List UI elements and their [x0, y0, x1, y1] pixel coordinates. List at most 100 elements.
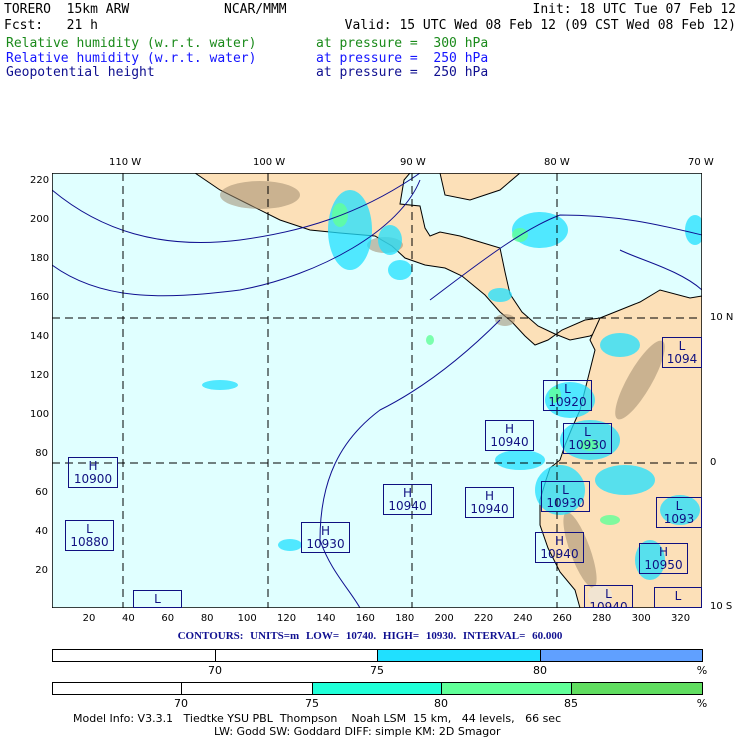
x-tick-label: 40: [122, 613, 135, 624]
y-tick-label: 20: [35, 565, 48, 576]
x-tick-label: 320: [671, 613, 691, 624]
center-value: 10930: [546, 496, 585, 510]
pressure-center-box: L 1094: [662, 337, 702, 368]
pressure-center-box: L: [133, 590, 182, 608]
pressure-center-box: L 10940: [584, 585, 633, 608]
colorbar-segment: [541, 650, 703, 661]
field-1-name: Relative humidity (w.r.t. water): [6, 36, 257, 51]
center-value: 10930: [306, 537, 345, 551]
center-value: 10940: [540, 547, 579, 561]
model-info-line2: LW: Godd SW: Goddard DIFF: simple KM: 2D…: [214, 725, 501, 738]
pressure-center-box: H 10950: [639, 543, 688, 574]
pressure-center-box: L 10930: [563, 423, 612, 454]
weather-map-page: TORERO 15km ARW NCAR/MMM Init: 18 UTC Tu…: [0, 0, 740, 740]
colorbar-segment: [53, 650, 216, 661]
pressure-center-box: L 10880: [65, 520, 114, 551]
pressure-center-box: H 10940: [383, 484, 432, 515]
y-tick-label: 100: [30, 409, 50, 420]
colorbar-label: 80: [533, 664, 547, 677]
center-value: 10940: [490, 435, 529, 449]
colorbar-label: 70: [174, 697, 188, 710]
lon-label: 70 W: [688, 157, 714, 168]
colorbar-label: 85: [564, 697, 578, 710]
x-tick-label: 120: [277, 613, 297, 624]
field-2-level: at pressure = 250 hPa: [316, 51, 489, 66]
x-tick-label: 160: [355, 613, 375, 624]
lat-label: 0: [710, 457, 717, 468]
y-tick-label: 160: [30, 292, 50, 303]
model-info-line1: Model Info: V3.3.1 Tiedtke YSU PBL Thomp…: [73, 712, 562, 725]
field-3-level: at pressure = 250 hPa: [316, 65, 489, 80]
colorbar-250hpa: [52, 649, 703, 662]
lon-label: 110 W: [109, 157, 142, 168]
center-value: 10900: [73, 472, 113, 486]
init-time: Init: 18 UTC Tue 07 Feb 12: [532, 2, 737, 17]
colorbar-segment: [216, 650, 378, 661]
y-tick-label: 220: [30, 175, 50, 186]
colorbar-label: %: [696, 697, 708, 710]
contours-info: CONTOURS: UNITS=m LOW= 10740. HIGH= 1093…: [177, 630, 563, 642]
y-tick-label: 120: [30, 370, 50, 381]
x-tick-label: 280: [592, 613, 612, 624]
colorbar-label: 80: [434, 697, 448, 710]
colorbar-label: 75: [370, 664, 384, 677]
pressure-center-box: L 10930: [541, 481, 590, 512]
field-1-level: at pressure = 300 hPa: [316, 36, 489, 51]
pressure-center-box: H 10900: [68, 457, 118, 488]
x-tick-label: 60: [161, 613, 175, 624]
field-2-name: Relative humidity (w.r.t. water): [6, 51, 257, 66]
x-tick-label: 260: [552, 613, 572, 624]
center-value: 10930: [568, 438, 607, 452]
x-tick-label: 180: [395, 613, 415, 624]
pressure-center-box: H 10940: [535, 532, 584, 563]
pressure-center-box: L 1093: [656, 497, 702, 528]
y-tick-label: 80: [35, 448, 48, 459]
center-value: 10880: [70, 535, 109, 549]
pressure-center-box: H 10930: [301, 522, 350, 553]
x-tick-label: 140: [316, 613, 336, 624]
lon-label: 80 W: [544, 157, 570, 168]
lon-label: 90 W: [400, 157, 426, 168]
pressure-center-box: H 10940: [465, 487, 514, 518]
model-title: TORERO 15km ARW: [4, 2, 130, 17]
y-tick-label: 60: [35, 487, 48, 498]
colorbar-segment: [572, 683, 703, 694]
colorbar-300hpa: [52, 682, 703, 695]
center-type: L: [674, 589, 682, 603]
lat-label: 10 N: [710, 312, 734, 323]
pressure-center-box: L: [654, 587, 702, 608]
lat-label: 10 S: [710, 601, 733, 612]
center-value: 10940: [470, 502, 509, 516]
colorbar-segment: [442, 683, 572, 694]
x-tick-label: 220: [474, 613, 494, 624]
x-tick-label: 240: [513, 613, 533, 624]
colorbar-segment: [378, 650, 541, 661]
x-tick-label: 300: [631, 613, 651, 624]
y-tick-label: 40: [35, 526, 48, 537]
y-tick-label: 140: [30, 331, 50, 342]
center-type: L: [154, 592, 161, 606]
pressure-center-box: L 10920: [543, 380, 592, 411]
field-3-name: Geopotential height: [6, 65, 155, 80]
lon-label: 100 W: [253, 157, 286, 168]
colorbar-label: %: [696, 664, 708, 677]
colorbar-segment: [53, 683, 182, 694]
center-value: 1094: [666, 352, 698, 366]
forecast-hour: Fcst: 21 h: [4, 18, 98, 33]
colorbar-segment: [313, 683, 442, 694]
valid-time: Valid: 15 UTC Wed 08 Feb 12 (09 CST Wed …: [344, 18, 736, 33]
center-value: 10920: [548, 395, 587, 409]
x-tick-label: 80: [200, 613, 214, 624]
x-tick-label: 100: [237, 613, 257, 624]
y-tick-label: 200: [30, 214, 50, 225]
org-label: NCAR/MMM: [224, 2, 287, 17]
x-tick-label: 200: [434, 613, 454, 624]
y-tick-label: 180: [30, 253, 50, 264]
map-plot: [52, 173, 702, 608]
colorbar-label: 75: [305, 697, 319, 710]
colorbar-label: 70: [208, 664, 222, 677]
x-tick-label: 20: [82, 613, 96, 624]
center-value: 10940: [388, 499, 427, 513]
center-value: 10940: [589, 600, 628, 608]
center-value: 10950: [644, 558, 683, 572]
